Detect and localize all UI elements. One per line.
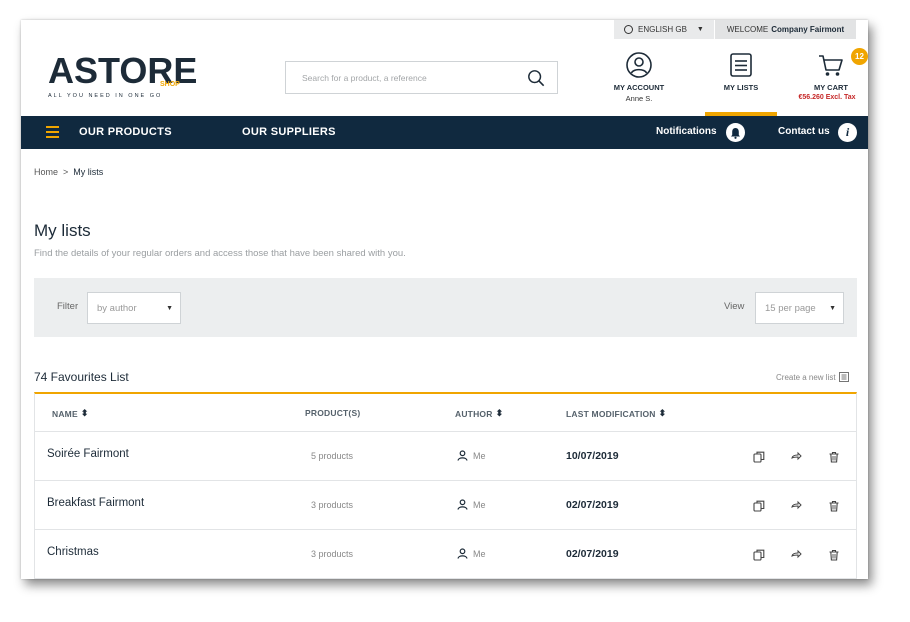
view-label: View [724,301,745,312]
list-modified-date: 10/07/2019 [566,450,619,462]
column-author-header[interactable]: AUTHOR ⬍ [455,408,503,419]
list-product-count: 5 products [311,451,354,461]
my-account-link[interactable]: MY ACCOUNT Anne S. [604,51,674,103]
cart-count-badge: 12 [851,48,868,65]
share-icon[interactable] [790,500,802,512]
user-circle-icon [626,52,652,78]
column-modified-label: LAST MODIFICATION [566,408,656,419]
column-products-header: PRODUCT(S) [305,408,360,418]
duplicate-icon[interactable] [753,500,765,512]
share-icon[interactable] [790,451,802,463]
per-page-select[interactable]: 15 per page ▼ [755,292,844,324]
caret-down-icon: ▼ [696,26,704,33]
nav-our-products[interactable]: OUR PRODUCTS [79,126,172,138]
column-modified-header[interactable]: LAST MODIFICATION ⬍ [566,408,666,419]
my-lists-label: MY LISTS [723,83,759,92]
user-icon [457,499,468,510]
user-icon [457,548,468,559]
welcome-name: Company Fairmont [771,25,845,34]
trash-icon[interactable] [828,451,840,463]
table-row[interactable]: Christmas 3 products Me 02/07/2019 [35,530,856,579]
column-name-header[interactable]: NAME ⬍ [52,408,89,419]
search-input[interactable] [302,72,522,83]
main-nav: OUR PRODUCTS OUR SUPPLIERS Notifications… [21,116,868,149]
language-label: ENGLISH GB [638,25,687,34]
globe-icon [624,25,633,34]
caret-down-icon: ▼ [829,305,836,312]
nav-our-suppliers[interactable]: OUR SUPPLIERS [242,126,336,138]
list-author: Me [457,548,486,559]
nav-notifications[interactable]: Notifications [656,126,717,137]
list-author: Me [457,499,486,510]
duplicate-icon[interactable] [753,549,765,561]
sort-icon: ⬍ [495,408,504,418]
menu-icon[interactable] [46,126,59,138]
list-icon [730,53,752,77]
top-utility-bar: ENGLISH GB ▼ WELCOME Company Fairmont [21,20,868,39]
bell-icon[interactable] [726,123,745,142]
welcome-prefix: WELCOME [726,25,769,34]
column-author-label: AUTHOR [455,408,493,419]
my-account-label: MY ACCOUNT [613,83,665,92]
breadcrumb-home[interactable]: Home [34,167,58,177]
astore-logo[interactable]: ASTORE SHOP ALL YOU NEED IN ONE GO [48,53,197,103]
trash-icon[interactable] [828,549,840,561]
per-page-value: 15 per page [765,302,816,314]
info-icon[interactable]: i [838,123,857,142]
filter-bar: Filter by author ▼ View 15 per page ▼ [34,278,857,337]
user-icon [457,450,468,461]
new-list-icon [838,372,849,382]
favourites-count-title: 74 Favourites List [34,370,129,384]
column-products-label: PRODUCT(S) [305,408,361,418]
search-icon[interactable] [527,69,545,87]
app-window: ENGLISH GB ▼ WELCOME Company Fairmont AS… [21,20,868,579]
my-cart-label: MY CART [813,83,849,92]
table-header: NAME ⬍ PRODUCT(S) AUTHOR ⬍ LAST MODIFICA… [35,394,856,432]
list-author-name: Me [473,450,486,461]
column-name-label: NAME [52,408,78,419]
list-product-count: 3 products [311,500,354,510]
sort-icon: ⬍ [658,408,667,418]
share-icon[interactable] [790,549,802,561]
breadcrumb-current: My lists [73,167,104,177]
list-product-count: 3 products [311,549,354,559]
cart-icon [819,55,843,76]
breadcrumb-separator: > [63,167,69,177]
sort-icon: ⬍ [80,408,89,418]
caret-down-icon: ▼ [166,305,173,312]
lists-table: NAME ⬍ PRODUCT(S) AUTHOR ⬍ LAST MODIFICA… [34,392,857,579]
account-user-name: Anne S. [625,94,653,103]
filter-author-select[interactable]: by author ▼ [87,292,181,324]
my-cart-link[interactable]: 12 MY CART €56.260 Excl. Tax [798,48,868,101]
create-new-list-label: Create a new list [776,372,836,382]
list-author: Me [457,450,486,461]
logo-tagline: ALL YOU NEED IN ONE GO [48,93,163,99]
search-box [285,61,558,94]
table-row[interactable]: Breakfast Fairmont 3 products Me 02/07/2… [35,481,856,530]
list-name[interactable]: Christmas [47,546,99,558]
list-name[interactable]: Soirée Fairmont [47,448,129,460]
page-title: My lists [34,221,91,240]
page-description: Find the details of your regular orders … [34,248,406,259]
breadcrumb: Home > My lists [34,167,103,177]
list-modified-date: 02/07/2019 [566,499,619,511]
list-author-name: Me [473,499,486,510]
list-name[interactable]: Breakfast Fairmont [47,497,144,509]
nav-contact-us[interactable]: Contact us [778,126,830,137]
cart-total: €56.260 Excl. Tax [798,94,856,101]
welcome-message: WELCOME Company Fairmont [715,20,856,39]
table-row[interactable]: Soirée Fairmont 5 products Me 10/07/2019 [35,432,856,481]
list-author-name: Me [473,548,486,559]
filter-author-value: by author [97,302,137,314]
logo-shop-label: SHOP [160,81,180,88]
filter-label: Filter [57,301,79,312]
duplicate-icon[interactable] [753,451,765,463]
list-modified-date: 02/07/2019 [566,548,619,560]
trash-icon[interactable] [828,500,840,512]
site-header: ASTORE SHOP ALL YOU NEED IN ONE GO MY AC… [21,39,868,116]
create-new-list-link[interactable]: Create a new list [776,372,849,382]
language-selector[interactable]: ENGLISH GB ▼ [614,20,714,39]
my-lists-link[interactable]: MY LISTS [705,39,777,116]
